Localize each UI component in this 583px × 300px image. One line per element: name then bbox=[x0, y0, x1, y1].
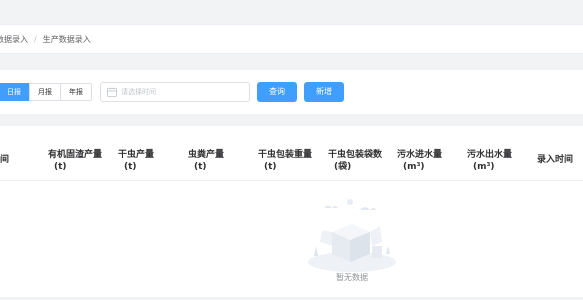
section-gap bbox=[0, 114, 583, 126]
column-unit: (t) bbox=[124, 162, 137, 172]
calendar-icon bbox=[107, 87, 117, 97]
column-unit: (袋) bbox=[334, 162, 352, 172]
column-title: 间 bbox=[0, 155, 10, 165]
breadcrumb-item-data-entry[interactable]: 数据录入 bbox=[0, 34, 28, 45]
column-title: 干虫产量 bbox=[118, 150, 155, 160]
segment-monthly[interactable]: 月报 bbox=[29, 83, 61, 101]
query-button[interactable]: 查询 bbox=[257, 82, 297, 102]
add-button[interactable]: 新增 bbox=[304, 82, 344, 102]
empty-text: 暂无数据 bbox=[336, 273, 368, 282]
column-header-frass[interactable]: 虫粪产量 (t) bbox=[188, 149, 224, 173]
breadcrumb-separator: / bbox=[34, 34, 37, 44]
column-header-outflow[interactable]: 污水出水量 (m³) bbox=[467, 149, 512, 173]
breadcrumb-item-production-entry: 生产数据录入 bbox=[42, 34, 91, 44]
column-title: 污水出水量 bbox=[467, 150, 513, 160]
breadcrumb: 数据录入 / 生产数据录入 bbox=[0, 24, 583, 54]
column-unit: (m³) bbox=[403, 162, 425, 172]
column-header-organic-residue[interactable]: 有机固渣产量 (t) bbox=[48, 149, 102, 173]
column-unit: (t) bbox=[264, 162, 277, 172]
column-header-pack-count[interactable]: 干虫包装袋数 (袋) bbox=[328, 149, 382, 173]
filter-bar: 日报 月报 年报 查询 新增 bbox=[0, 70, 583, 114]
column-header-dry-insect[interactable]: 干虫产量 (t) bbox=[118, 149, 154, 173]
column-title: 虫粪产量 bbox=[188, 150, 225, 160]
date-input[interactable] bbox=[121, 88, 241, 96]
report-type-segmented: 日报 月报 年报 bbox=[0, 83, 92, 101]
segment-yearly[interactable]: 年报 bbox=[60, 83, 92, 101]
column-unit: (t) bbox=[194, 162, 207, 172]
column-title: 有机固渣产量 bbox=[48, 150, 103, 160]
date-picker[interactable] bbox=[100, 82, 250, 102]
data-table: 间 有机固渣产量 (t) 干虫产量 (t) 虫粪产量 (t) 干虫包装重量 (t… bbox=[0, 126, 583, 300]
table-header: 间 有机固渣产量 (t) 干虫产量 (t) 虫粪产量 (t) 干虫包装重量 (t… bbox=[0, 140, 583, 181]
column-header-pack-weight[interactable]: 干虫包装重量 (t) bbox=[258, 149, 312, 173]
column-title: 干虫包装袋数 bbox=[328, 150, 383, 160]
column-title: 干虫包装重量 bbox=[258, 150, 313, 160]
column-title: 录入时间 bbox=[537, 155, 574, 165]
column-unit: (m³) bbox=[473, 162, 495, 172]
segment-daily[interactable]: 日报 bbox=[0, 83, 30, 101]
column-header-time[interactable]: 间 bbox=[0, 154, 9, 166]
column-unit: (t) bbox=[54, 162, 67, 172]
empty-state: 暂无数据 bbox=[302, 196, 402, 296]
empty-box-icon bbox=[308, 199, 396, 272]
column-title: 污水进水量 bbox=[397, 150, 443, 160]
column-header-entry-time[interactable]: 录入时间 bbox=[537, 154, 573, 166]
column-header-inflow[interactable]: 污水进水量 (m³) bbox=[397, 149, 442, 173]
